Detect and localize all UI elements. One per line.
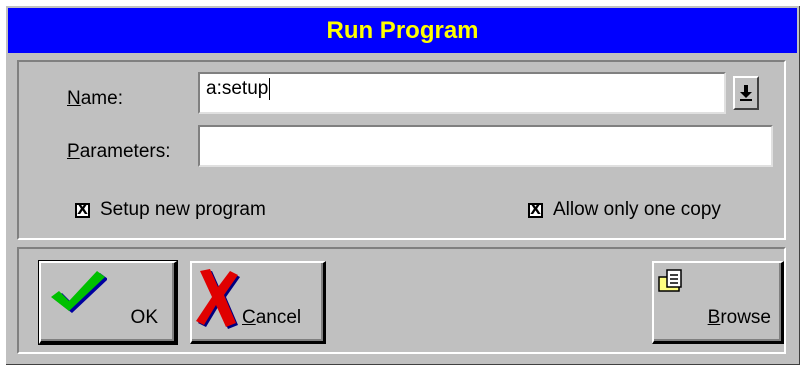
setup-new-program-checkbox[interactable]: X Setup new program <box>75 199 266 221</box>
name-input-value: a:setup <box>206 78 269 100</box>
text-caret <box>269 78 271 100</box>
name-input[interactable]: a:setup <box>198 72 726 114</box>
allow-one-copy-label: Allow only one copy <box>553 199 721 220</box>
parameters-input[interactable] <box>198 125 773 167</box>
checkbox-mark: X <box>528 202 543 218</box>
setup-new-program-label: Setup new program <box>100 199 266 220</box>
title-bar[interactable]: Run Program <box>8 8 797 53</box>
ok-button[interactable]: OK <box>38 260 178 345</box>
name-label: Name: <box>67 88 123 109</box>
allow-one-copy-checkbox[interactable]: X Allow only one copy <box>528 199 721 221</box>
ok-button-label: OK <box>130 307 158 328</box>
window-title: Run Program <box>326 16 479 44</box>
browse-button-label: Browse <box>707 307 771 328</box>
run-program-dialog: Run Program Name: a:setup Parameters: X … <box>5 5 800 365</box>
browse-button[interactable]: Browse <box>652 261 784 344</box>
name-dropdown-button[interactable] <box>733 76 759 110</box>
red-x-icon <box>196 269 240 329</box>
cancel-button-label: Cancel <box>242 307 302 328</box>
folder-document-icon <box>658 269 682 292</box>
checkmark-icon <box>51 271 107 313</box>
parameters-label: Parameters: <box>67 141 171 162</box>
arrow-down-with-bar-icon <box>740 85 752 101</box>
cancel-button[interactable]: Cancel <box>190 261 326 344</box>
checkbox-mark: X <box>75 202 90 218</box>
